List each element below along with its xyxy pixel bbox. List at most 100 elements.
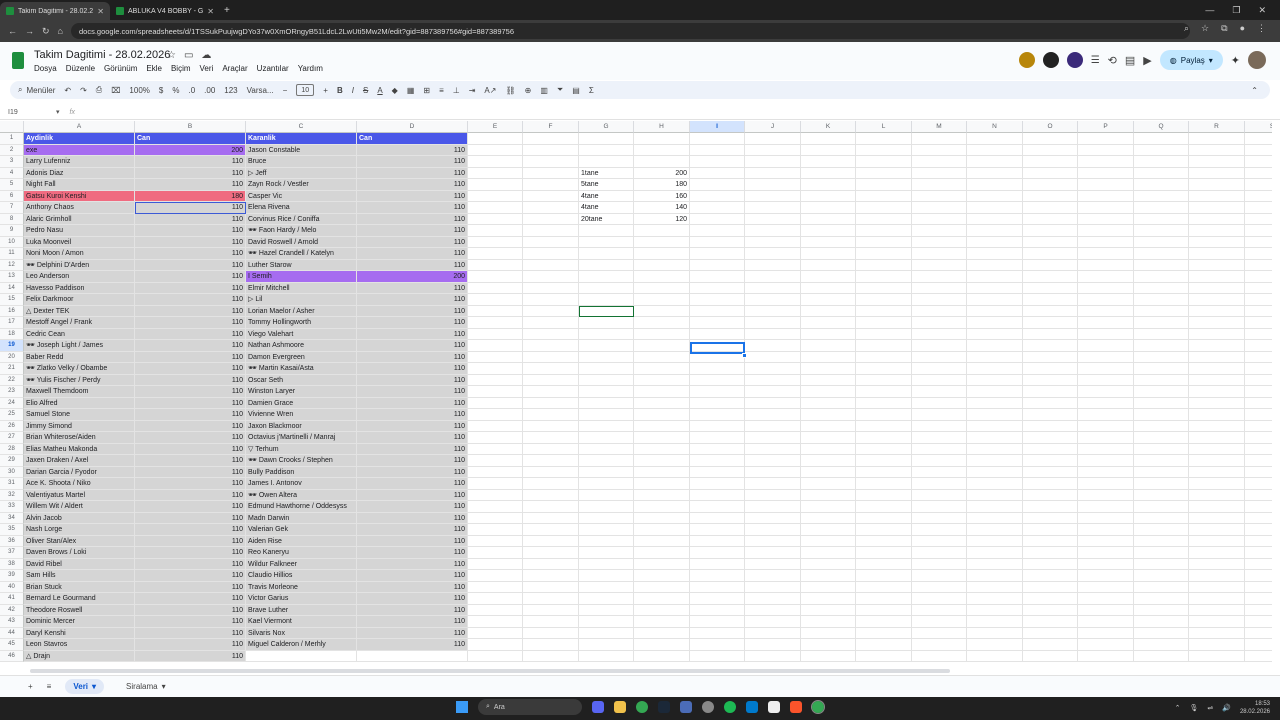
cell[interactable] xyxy=(468,363,523,375)
cell[interactable] xyxy=(468,455,523,467)
text-wrap-icon[interactable]: ⇥ xyxy=(469,86,476,95)
cell[interactable] xyxy=(1078,535,1134,547)
table-cell[interactable]: Willem Wit / Aldert xyxy=(24,501,135,513)
table-cell[interactable]: 110 xyxy=(357,478,468,490)
horizontal-scrollbar[interactable] xyxy=(30,669,950,673)
column-header-j[interactable]: J xyxy=(745,121,801,133)
cell[interactable] xyxy=(856,213,912,225)
cell[interactable] xyxy=(967,478,1023,490)
cell[interactable] xyxy=(1134,409,1189,421)
cell[interactable] xyxy=(801,535,856,547)
row-header[interactable]: 31 xyxy=(0,478,24,490)
cell[interactable] xyxy=(1245,363,1272,375)
row-header[interactable]: 3 xyxy=(0,156,24,168)
cell[interactable] xyxy=(1134,374,1189,386)
cell[interactable] xyxy=(523,294,579,306)
cell[interactable] xyxy=(1023,190,1078,202)
table-cell[interactable]: 110 xyxy=(135,489,246,501)
cell[interactable] xyxy=(1023,363,1078,375)
cell[interactable] xyxy=(1023,443,1078,455)
cell[interactable] xyxy=(856,386,912,398)
cell[interactable] xyxy=(579,386,634,398)
cell[interactable] xyxy=(1245,398,1272,409)
cell[interactable] xyxy=(745,535,801,547)
cell[interactable] xyxy=(634,581,690,593)
doc-title[interactable]: Takim Dagitimi - 28.02.2026 xyxy=(34,49,170,61)
cell[interactable] xyxy=(690,305,745,317)
cell[interactable] xyxy=(523,489,579,501)
cell[interactable] xyxy=(579,271,634,283)
cell[interactable] xyxy=(634,363,690,375)
cell[interactable] xyxy=(1189,317,1245,329)
table-cell[interactable]: Darian Garcia / Fyodor xyxy=(24,466,135,478)
cell[interactable] xyxy=(1134,616,1189,628)
cell[interactable] xyxy=(967,409,1023,421)
cell[interactable] xyxy=(634,248,690,260)
cell[interactable] xyxy=(1245,248,1272,260)
table-cell[interactable]: Sam Hills xyxy=(24,570,135,582)
row-header[interactable]: 37 xyxy=(0,547,24,559)
cell[interactable] xyxy=(856,271,912,283)
account-avatar[interactable] xyxy=(1248,51,1266,69)
cell[interactable] xyxy=(1189,535,1245,547)
cell[interactable] xyxy=(1245,237,1272,248)
cell[interactable] xyxy=(967,581,1023,593)
cell[interactable] xyxy=(523,650,579,662)
row-header[interactable]: 11 xyxy=(0,248,24,260)
cell[interactable] xyxy=(1189,432,1245,444)
cell[interactable] xyxy=(1023,570,1078,582)
menu-help[interactable]: Yardım xyxy=(298,64,323,73)
row-header[interactable]: 23 xyxy=(0,386,24,398)
cell[interactable] xyxy=(912,443,967,455)
text-color-icon[interactable]: A xyxy=(377,86,382,95)
cell[interactable] xyxy=(856,593,912,605)
cell[interactable] xyxy=(745,202,801,214)
network-icon[interactable]: ⇌ xyxy=(1207,704,1213,712)
cell[interactable] xyxy=(967,386,1023,398)
table-cell[interactable]: Vivienne Wren xyxy=(246,409,357,421)
cell[interactable] xyxy=(523,409,579,421)
cell[interactable] xyxy=(1078,328,1134,340)
cell[interactable] xyxy=(1078,225,1134,237)
cell[interactable] xyxy=(967,225,1023,237)
table-cell[interactable]: 110 xyxy=(357,501,468,513)
cell[interactable] xyxy=(856,248,912,260)
gemini-icon[interactable]: ✦ xyxy=(1231,54,1240,67)
table-cell[interactable]: 110 xyxy=(135,420,246,432)
cell[interactable] xyxy=(912,259,967,271)
spotify-icon[interactable] xyxy=(724,701,736,713)
cell[interactable] xyxy=(912,466,967,478)
cell[interactable] xyxy=(967,466,1023,478)
cell[interactable] xyxy=(745,225,801,237)
cell[interactable] xyxy=(1023,271,1078,283)
cell[interactable] xyxy=(579,547,634,559)
row-header[interactable]: 8 xyxy=(0,213,24,225)
cell[interactable] xyxy=(634,466,690,478)
table-cell[interactable]: 110 xyxy=(357,443,468,455)
cell[interactable] xyxy=(468,547,523,559)
cell[interactable] xyxy=(523,225,579,237)
cell[interactable] xyxy=(1023,294,1078,306)
insert-link-icon[interactable]: ⛓ xyxy=(505,86,515,95)
table-cell[interactable]: I Semih xyxy=(246,271,357,283)
cell[interactable] xyxy=(801,627,856,639)
cell[interactable] xyxy=(690,282,745,294)
table-cell[interactable]: Maxwell Themdoom xyxy=(24,386,135,398)
cell[interactable] xyxy=(745,179,801,191)
cell[interactable] xyxy=(801,351,856,363)
notion-icon[interactable] xyxy=(768,701,780,713)
table-cell[interactable]: Pedro Nasu xyxy=(24,225,135,237)
cell[interactable] xyxy=(1023,524,1078,536)
cell[interactable] xyxy=(634,386,690,398)
cell[interactable] xyxy=(912,328,967,340)
cell[interactable] xyxy=(579,524,634,536)
cell[interactable] xyxy=(1078,593,1134,605)
cell[interactable] xyxy=(1245,524,1272,536)
cell[interactable] xyxy=(690,558,745,570)
cell[interactable] xyxy=(468,639,523,651)
cell[interactable] xyxy=(523,581,579,593)
cell[interactable] xyxy=(856,167,912,179)
cell[interactable] xyxy=(1189,616,1245,628)
cell[interactable] xyxy=(745,524,801,536)
cell[interactable] xyxy=(967,650,1023,662)
